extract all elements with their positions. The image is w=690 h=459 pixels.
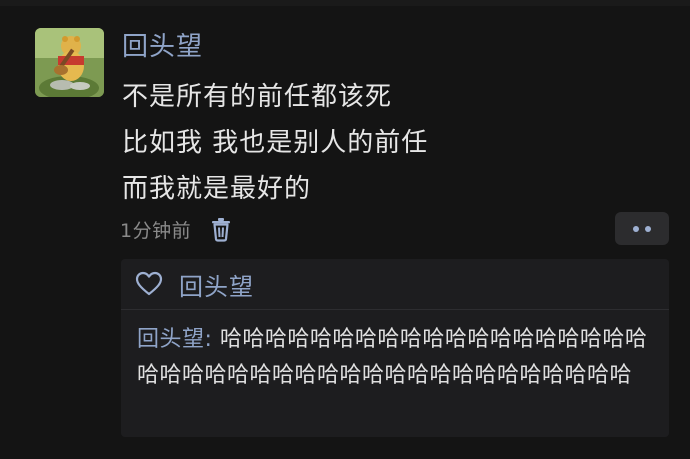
post-line: 不是所有的前任都该死	[122, 82, 393, 112]
post-author[interactable]: 回头望	[122, 30, 203, 64]
comment-separator: :	[204, 327, 220, 352]
post: 回头望 不是所有的前任都该死 比如我 我也是别人的前任 而我就是最好的 1分钟前	[0, 0, 690, 459]
post-line: 比如我 我也是别人的前任	[122, 128, 429, 158]
more-dots-icon	[645, 225, 651, 232]
more-button[interactable]	[615, 212, 669, 245]
heart-outline-icon[interactable]	[135, 271, 163, 297]
post-time: 1分钟前	[120, 219, 192, 242]
comment: 回头望: 哈哈哈哈哈哈哈哈哈哈哈哈哈哈哈哈哈哈哈哈哈哈哈哈哈哈哈哈哈哈哈哈哈哈哈…	[121, 310, 669, 394]
more-dots-icon	[633, 225, 639, 232]
post-meta: 1分钟前	[120, 212, 233, 246]
reply-box: 回头望 回头望: 哈哈哈哈哈哈哈哈哈哈哈哈哈哈哈哈哈哈哈哈哈哈哈哈哈哈哈哈哈哈哈…	[121, 259, 669, 437]
liker-name[interactable]: 回头望	[179, 267, 254, 302]
post-body: 不是所有的前任都该死 比如我 我也是别人的前任 而我就是最好的	[122, 74, 662, 212]
likes-row: 回头望	[121, 259, 669, 310]
avatar[interactable]	[35, 28, 104, 97]
post-line: 而我就是最好的	[122, 174, 312, 204]
comment-author[interactable]: 回头望	[137, 327, 205, 352]
trash-icon[interactable]	[209, 216, 233, 242]
